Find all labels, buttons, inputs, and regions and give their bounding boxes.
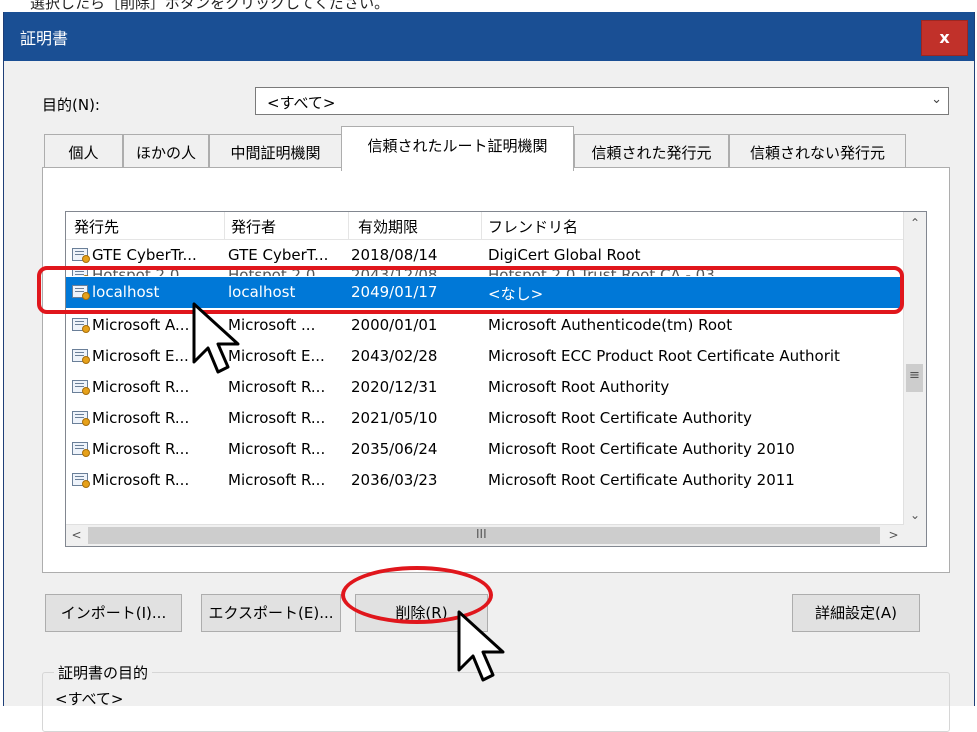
column-issued-by[interactable]: 発行者 <box>231 216 276 237</box>
chevron-down-icon: ⌄ <box>931 92 942 107</box>
certificate-icon <box>72 248 90 263</box>
vertical-scrollbar[interactable]: ⌃ ≡ ⌄ <box>903 212 926 526</box>
table-row[interactable]: Microsoft R... Microsoft R... 2036/03/23… <box>66 465 904 496</box>
certificate-icon <box>72 318 90 333</box>
scroll-up-icon[interactable]: ⌃ <box>904 212 926 234</box>
tab-other-people[interactable]: ほかの人 <box>123 134 209 168</box>
certificate-icon <box>72 380 90 395</box>
purpose-select[interactable]: <すべて> ⌄ <box>255 87 949 115</box>
tab-untrusted-publishers[interactable]: 信頼されない発行元 <box>729 134 906 168</box>
column-friendly-name[interactable]: フレンドリ名 <box>488 216 578 237</box>
tab-trusted-publishers[interactable]: 信頼された発行元 <box>574 134 729 168</box>
certificate-icon <box>72 473 90 488</box>
cell-issued-to: Microsoft R... <box>92 409 190 427</box>
cell-issued-to: Microsoft R... <box>92 440 190 458</box>
table-row[interactable]: Microsoft R... Microsoft R... 2035/06/24… <box>66 434 904 465</box>
window-title: 証明書 <box>20 29 69 48</box>
cell-friendly-name: Microsoft Root Authority <box>488 378 670 396</box>
certificate-icon <box>72 442 90 457</box>
cell-friendly-name: Microsoft Root Certificate Authority <box>488 409 752 427</box>
cell-issued-by: Microsoft R... <box>228 378 326 396</box>
tab-personal[interactable]: 個人 <box>44 134 123 168</box>
mouse-pointer-icon <box>457 610 505 682</box>
vertical-scroll-thumb[interactable]: ≡ <box>906 364 923 392</box>
advanced-button[interactable]: 詳細設定(A) <box>792 594 920 632</box>
cell-issued-by: Microsoft R... <box>228 409 326 427</box>
certificate-icon <box>72 349 90 364</box>
cell-expiration: 2021/05/10 <box>351 409 438 427</box>
cell-expiration: 2035/06/24 <box>351 440 438 458</box>
grip-icon: III <box>476 527 487 541</box>
cell-friendly-name: Microsoft ECC Product Root Certificate A… <box>488 347 840 365</box>
cell-friendly-name: Microsoft Root Certificate Authority 201… <box>488 440 795 458</box>
cell-issued-by: Microsoft R... <box>228 440 326 458</box>
import-button[interactable]: インポート(I)... <box>45 594 182 632</box>
cell-issued-to: Microsoft R... <box>92 378 190 396</box>
tab-intermediate-ca[interactable]: 中間証明機関 <box>209 134 342 168</box>
purpose-label: 目的(N): <box>42 96 100 114</box>
title-bar: 証明書 x <box>4 12 974 61</box>
certificate-icon <box>72 411 90 426</box>
close-button[interactable]: x <box>921 20 968 56</box>
scroll-down-icon[interactable]: ⌄ <box>904 504 926 526</box>
cell-expiration: 2020/12/31 <box>351 378 438 396</box>
column-issued-to[interactable]: 発行先 <box>74 216 119 237</box>
tab-panel: 発行先 発行者 有効期限 フレンドリ名 GTE CyberTr... GTE C… <box>42 167 950 573</box>
grip-icon: ≡ <box>909 368 920 383</box>
certificate-purposes-title: 証明書の目的 <box>54 662 153 683</box>
list-header: 発行先 発行者 有効期限 フレンドリ名 <box>66 212 904 240</box>
cell-issued-to: Microsoft R... <box>92 471 190 489</box>
horizontal-scroll-thumb[interactable]: III <box>88 527 880 544</box>
cell-friendly-name: Microsoft Authenticode(tm) Root <box>488 316 733 334</box>
instruction-text: 選択したら［削除］ボタンをクリックしてください。 <box>30 0 390 12</box>
column-expiration[interactable]: 有効期限 <box>358 216 418 237</box>
annotation-highlight-row <box>37 266 904 314</box>
scroll-left-icon[interactable]: < <box>66 525 87 546</box>
instruction-text-strip: 選択したら［削除］ボタンをクリックしてください。 <box>0 0 977 12</box>
cell-issued-by: Microsoft R... <box>228 471 326 489</box>
scrollbar-corner <box>904 525 926 546</box>
tab-trusted-root-ca[interactable]: 信頼されたルート証明機関 <box>341 126 574 171</box>
export-button[interactable]: エクスポート(E)... <box>201 594 341 632</box>
cell-expiration: 2000/01/01 <box>351 316 438 334</box>
cell-expiration: 2043/02/28 <box>351 347 438 365</box>
column-divider[interactable] <box>348 212 349 239</box>
cell-friendly-name: Microsoft Root Certificate Authority 201… <box>488 471 795 489</box>
column-divider[interactable] <box>224 212 225 239</box>
column-divider[interactable] <box>481 212 482 239</box>
mouse-pointer-icon <box>192 302 240 374</box>
table-row[interactable]: Microsoft R... Microsoft R... 2021/05/10… <box>66 403 904 434</box>
purpose-select-value: <すべて> <box>267 94 336 112</box>
scroll-right-icon[interactable]: > <box>883 525 904 546</box>
cell-expiration: 2036/03/23 <box>351 471 438 489</box>
horizontal-scrollbar[interactable]: < III > <box>66 524 904 546</box>
